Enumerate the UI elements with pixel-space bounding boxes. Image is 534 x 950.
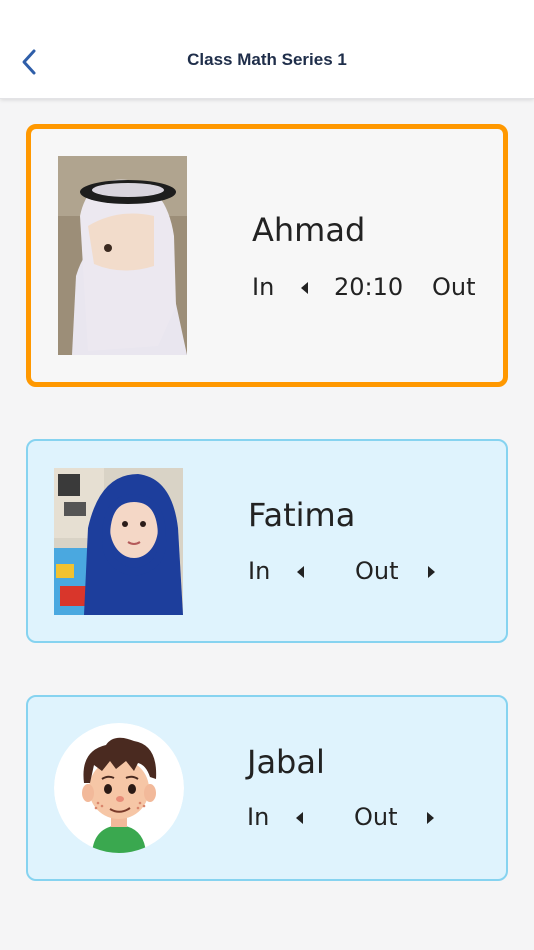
arrow-right-icon[interactable] [427,812,434,824]
student-name: Ahmad [252,211,366,249]
in-button[interactable]: In [247,803,269,831]
attendance-row: In Out [247,803,447,833]
in-button[interactable]: In [248,557,270,585]
arrow-left-icon[interactable] [301,282,308,294]
student-card-ahmad[interactable]: Ahmad In 20:10 Out [26,124,508,387]
student-photo [54,468,183,615]
out-button[interactable]: Out [354,803,398,831]
in-button[interactable]: In [252,273,274,301]
student-card-fatima[interactable]: Fatima In Out [26,439,508,643]
page-title: Class Math Series 1 [187,50,347,69]
student-card-jabal[interactable]: Jabal In Out [26,695,508,881]
out-button[interactable]: Out [432,273,476,301]
student-avatar [54,723,184,853]
check-time: 20:10 [334,273,404,301]
attendance-row: In Out [248,557,448,587]
arrow-left-icon[interactable] [297,566,304,578]
student-photo [58,156,187,355]
attendance-row: In 20:10 Out [252,273,492,303]
arrow-right-icon[interactable] [428,566,435,578]
student-name: Fatima [248,496,356,534]
out-button[interactable]: Out [355,557,399,585]
student-name: Jabal [247,743,325,781]
arrow-left-icon[interactable] [296,812,303,824]
top-app-bar: Class Math Series 1 [0,0,534,99]
